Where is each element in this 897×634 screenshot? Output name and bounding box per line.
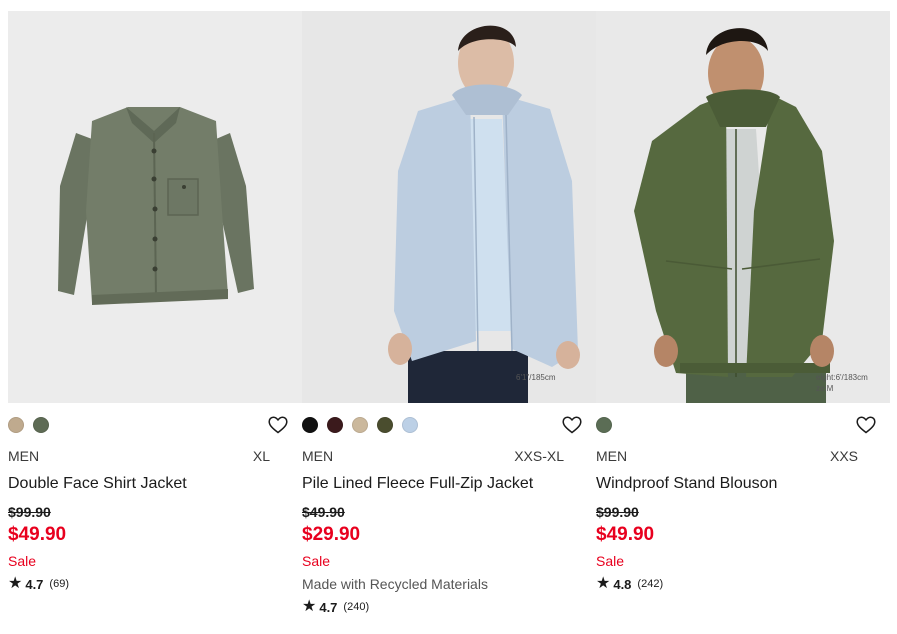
sale-badge: Sale [8, 553, 37, 569]
color-swatches [8, 417, 49, 433]
star-icon: ★ [302, 598, 317, 615]
color-swatch[interactable] [33, 417, 49, 433]
color-swatch[interactable] [327, 417, 343, 433]
rating: ★ 4.8 (242) [596, 576, 663, 592]
product-image[interactable]: 6'1"/185cm [302, 11, 596, 403]
color-swatch[interactable] [596, 417, 612, 433]
original-price: $49.90 [302, 504, 345, 520]
rating: ★ 4.7 (69) [8, 576, 69, 592]
product-card[interactable]: 6'1"/185cm MEN XXS-XL Pile Lined Fleece … [302, 11, 596, 631]
product-name[interactable]: Windproof Stand Blouson [596, 475, 777, 493]
color-swatch[interactable] [8, 417, 24, 433]
original-price: $99.90 [8, 504, 51, 520]
rating-value: 4.8 [613, 576, 632, 592]
sale-badge: Sale [596, 553, 625, 569]
gender-label: MEN [302, 448, 334, 464]
rating-count: (242) [637, 578, 664, 590]
sale-badge: Sale [302, 553, 331, 569]
color-swatch[interactable] [377, 417, 393, 433]
color-swatches [596, 417, 612, 433]
color-swatches [302, 417, 418, 433]
rating-count: (69) [49, 578, 69, 590]
color-swatch[interactable] [352, 417, 368, 433]
product-meta: MEN XXS [596, 448, 858, 464]
size-range: XXS [829, 448, 858, 464]
star-icon: ★ [596, 575, 611, 592]
eco-label: Made with Recycled Materials [302, 576, 488, 592]
product-name[interactable]: Pile Lined Fleece Full-Zip Jacket [302, 475, 533, 493]
shirt-jacket-illustration [58, 107, 254, 305]
product-image[interactable]: eight:6'/183cm ze:M [596, 11, 890, 403]
heart-outline-icon[interactable] [268, 416, 288, 434]
model-info: 6'1"/185cm [516, 373, 556, 382]
size-range: XL [252, 448, 270, 464]
blouson-model-illustration [634, 28, 834, 403]
original-price: $99.90 [596, 504, 639, 520]
size-range: XXS-XL [514, 448, 564, 464]
fleece-jacket-model-illustration [388, 25, 580, 403]
rating-value: 4.7 [25, 576, 44, 592]
product-image[interactable] [8, 11, 302, 403]
rating: ★ 4.7 (240) [302, 599, 369, 615]
sale-price: $49.90 [8, 524, 67, 545]
product-meta: MEN XXS-XL [302, 448, 564, 464]
model-info: ze:M [816, 384, 834, 393]
star-icon: ★ [8, 575, 23, 592]
product-grid: MEN XL Double Face Shirt Jacket $99.90 $… [8, 11, 890, 631]
model-info: eight:6'/183cm [816, 373, 868, 382]
rating-value: 4.7 [319, 599, 338, 615]
product-card[interactable]: MEN XL Double Face Shirt Jacket $99.90 $… [8, 11, 302, 631]
rating-count: (240) [343, 601, 370, 613]
product-meta: MEN XL [8, 448, 270, 464]
product-card[interactable]: eight:6'/183cm ze:M MEN XXS Windproof St… [596, 11, 890, 631]
sale-price: $29.90 [302, 524, 361, 545]
sale-price: $49.90 [596, 524, 655, 545]
product-name[interactable]: Double Face Shirt Jacket [8, 475, 187, 493]
color-swatch[interactable] [302, 417, 318, 433]
heart-outline-icon[interactable] [856, 416, 876, 434]
color-swatch[interactable] [402, 417, 418, 433]
heart-outline-icon[interactable] [562, 416, 582, 434]
gender-label: MEN [8, 448, 40, 464]
gender-label: MEN [596, 448, 628, 464]
